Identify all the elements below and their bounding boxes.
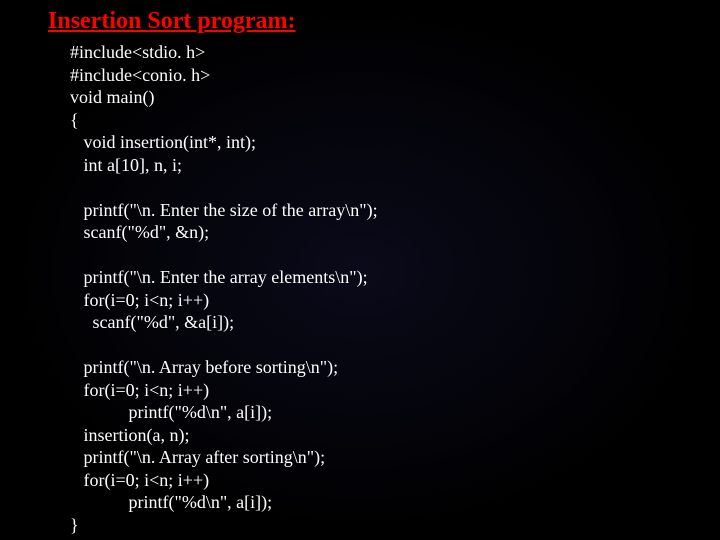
slide: Insertion Sort program: #include<stdio. …	[0, 0, 720, 536]
slide-title: Insertion Sort program:	[48, 8, 720, 35]
code-block: #include<stdio. h> #include<conio. h> vo…	[48, 41, 720, 536]
